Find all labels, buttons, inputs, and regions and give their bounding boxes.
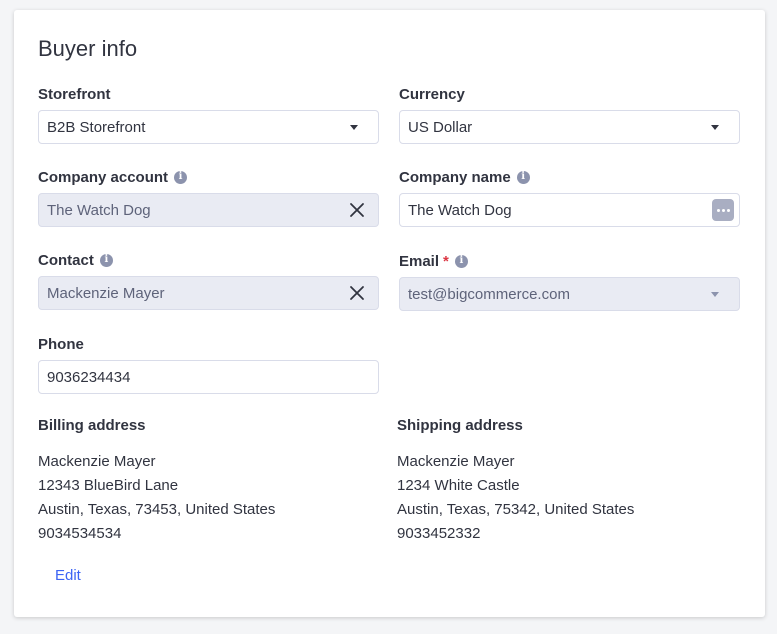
email-label: Email * i	[399, 251, 740, 271]
email-value: test@bigcommerce.com	[408, 285, 570, 303]
storefront-label: Storefront	[38, 85, 111, 103]
billing-name: Mackenzie Mayer	[38, 453, 156, 470]
company-account-label: Company account i	[38, 167, 379, 187]
close-icon[interactable]	[349, 285, 365, 301]
contact-label: Contact i	[38, 250, 379, 270]
email-select[interactable]: test@bigcommerce.com	[399, 277, 740, 311]
billing-city-line: Austin, Texas, 73453, United States	[38, 501, 276, 518]
shipping-address: Mackenzie Mayer 1234 White Castle Austin…	[397, 450, 634, 546]
company-account-value: The Watch Dog	[47, 201, 151, 219]
more-horizontal-icon[interactable]	[712, 199, 734, 221]
storefront-field: Storefront B2B Storefront	[38, 84, 379, 144]
shipping-city-line: Austin, Texas, 75342, United States	[397, 501, 635, 518]
phone-value: 9036234434	[47, 368, 131, 386]
currency-label: Currency	[399, 85, 465, 103]
billing-phone: 9034534534	[38, 525, 122, 542]
buyer-info-card: Buyer info Storefront B2B Storefront Cur…	[14, 10, 765, 617]
currency-value: US Dollar	[408, 118, 473, 136]
shipping-phone: 9033452332	[397, 525, 481, 542]
storefront-select[interactable]: B2B Storefront	[38, 110, 379, 144]
phone-field: Phone 9036234434	[38, 334, 379, 394]
phone-input[interactable]: 9036234434	[38, 360, 379, 394]
billing-street: 12343 BlueBird Lane	[38, 477, 179, 494]
info-icon[interactable]: i	[454, 254, 468, 268]
currency-field: Currency US Dollar	[399, 84, 740, 144]
billing-address-title: Billing address	[38, 417, 146, 434]
close-icon[interactable]	[349, 202, 365, 218]
contact-input[interactable]: Mackenzie Mayer	[38, 276, 379, 310]
email-field: Email * i test@bigcommerce.com	[399, 251, 740, 311]
info-icon[interactable]: i	[99, 253, 113, 267]
required-mark: *	[443, 252, 449, 270]
contact-value: Mackenzie Mayer	[47, 284, 165, 302]
section-title: Buyer info	[38, 36, 138, 61]
company-account-input[interactable]: The Watch Dog	[38, 193, 379, 227]
chevron-down-icon	[350, 124, 358, 130]
billing-address: Mackenzie Mayer 12343 BlueBird Lane Aust…	[38, 450, 275, 546]
edit-address-link[interactable]: Edit	[55, 567, 81, 584]
company-name-field: Company name i The Watch Dog	[399, 167, 740, 227]
info-icon[interactable]: i	[174, 170, 188, 184]
chevron-down-icon	[711, 291, 719, 297]
company-name-input[interactable]: The Watch Dog	[399, 193, 740, 227]
currency-select[interactable]: US Dollar	[399, 110, 740, 144]
company-name-value: The Watch Dog	[408, 201, 512, 219]
info-icon[interactable]: i	[516, 170, 530, 184]
phone-label: Phone	[38, 335, 84, 353]
company-name-label: Company name i	[399, 167, 740, 187]
shipping-name: Mackenzie Mayer	[397, 453, 515, 470]
chevron-down-icon	[711, 124, 719, 130]
shipping-address-title: Shipping address	[397, 417, 523, 434]
company-account-field: Company account i The Watch Dog	[38, 167, 379, 227]
shipping-street: 1234 White Castle	[397, 477, 520, 494]
storefront-value: B2B Storefront	[47, 118, 146, 136]
contact-field: Contact i Mackenzie Mayer	[38, 250, 379, 310]
